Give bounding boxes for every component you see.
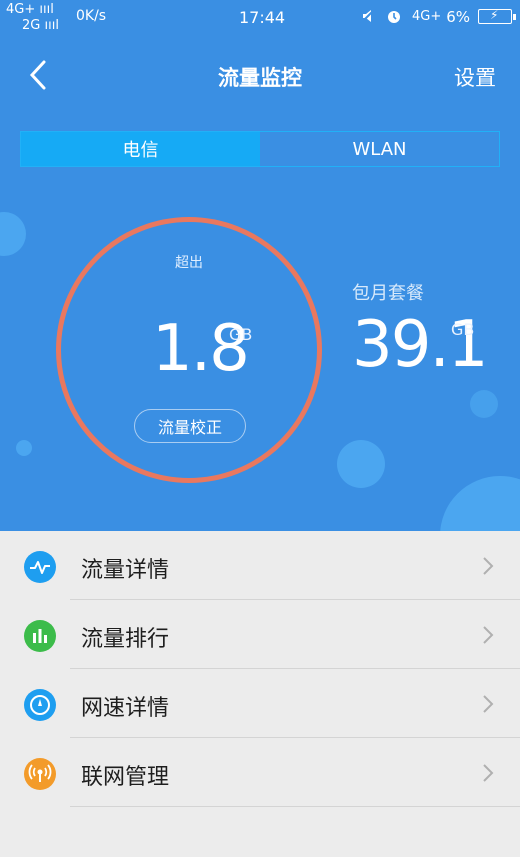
decorative-bubble <box>470 390 498 418</box>
speed-gauge-icon <box>24 689 56 721</box>
page-title: 流量监控 <box>218 66 302 90</box>
decorative-bubble <box>440 476 520 531</box>
battery-percent: 6% <box>446 8 470 26</box>
usage-ring: 超出 1.8 GB 流量校正 <box>56 217 322 483</box>
menu-item-traffic-details[interactable]: 流量详情 <box>0 531 520 600</box>
network-signal-4g: 4G+ ıııl <box>6 2 54 17</box>
navigation-bar: 流量监控 设置 <box>0 50 520 100</box>
menu-item-label: 流量详情 <box>81 558 170 583</box>
menu-item-speed-details[interactable]: 网速详情 <box>0 669 520 738</box>
menu-item-network-management[interactable]: 联网管理 <box>0 738 520 807</box>
network-speed: 0K/s <box>76 8 107 24</box>
chevron-right-icon <box>483 695 494 713</box>
bar-chart-icon <box>24 620 56 652</box>
menu-item-label: 网速详情 <box>81 696 170 721</box>
decorative-bubble <box>337 440 385 488</box>
carrier-tabs: 电信 WLAN <box>20 131 500 167</box>
pulse-icon <box>24 551 56 583</box>
alarm-icon <box>388 11 400 23</box>
tab-telecom[interactable]: 电信 <box>21 132 260 166</box>
divider <box>70 806 520 807</box>
chevron-right-icon <box>483 764 494 782</box>
plan-label: 包月套餐 <box>352 283 424 304</box>
network-type-4g: 4G+ <box>412 8 442 24</box>
tab-wlan[interactable]: WLAN <box>260 132 499 166</box>
calibrate-button[interactable]: 流量校正 <box>134 409 246 443</box>
clock: 17:44 <box>239 8 286 27</box>
menu-item-traffic-ranking[interactable]: 流量排行 <box>0 600 520 669</box>
used-data-value: 1.8 <box>152 312 250 386</box>
decorative-bubble <box>0 212 26 256</box>
feature-menu: 流量详情 流量排行 网速详情 联网管理 <box>0 531 520 807</box>
status-icons: 4G+ <box>360 8 441 24</box>
menu-item-label: 联网管理 <box>81 765 170 790</box>
battery-icon: ⚡ <box>478 8 516 24</box>
network-signal-2g: 2G ıııl <box>22 18 59 33</box>
chevron-right-icon <box>483 626 494 644</box>
decorative-bubble <box>16 440 32 456</box>
status-bar: 4G+ ıııl 2G ıııl 0K/s 17:44 4G+ 6% ⚡ <box>0 0 520 36</box>
used-data-unit: GB <box>229 325 253 344</box>
settings-button[interactable]: 设置 <box>454 62 496 92</box>
hero-panel: 4G+ ıııl 2G ıııl 0K/s 17:44 4G+ 6% ⚡ 流量监… <box>0 0 520 531</box>
plan-data-unit: GB <box>451 320 475 339</box>
usage-status-label: 超出 <box>175 255 203 271</box>
broadcast-icon <box>24 758 56 790</box>
chevron-right-icon <box>483 557 494 575</box>
mute-icon <box>360 8 376 24</box>
menu-item-label: 流量排行 <box>81 627 170 652</box>
